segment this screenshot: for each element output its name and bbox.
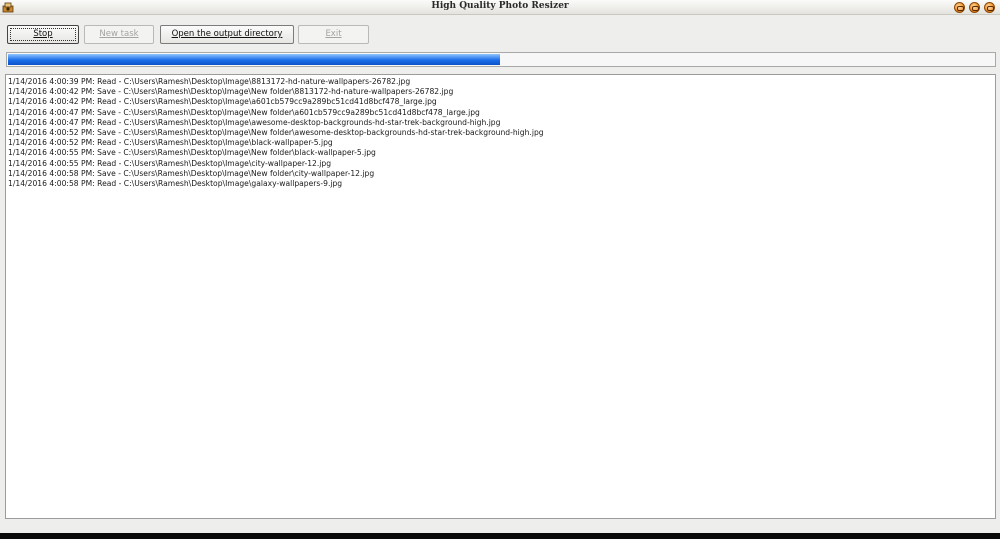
progress-bar <box>6 52 996 67</box>
close-button[interactable] <box>984 2 995 13</box>
minimize-button[interactable] <box>954 2 965 13</box>
log-line: 1/14/2016 4:00:42 PM: Read - C:\Users\Ra… <box>8 97 437 107</box>
open-output-directory-button[interactable]: Open the output directory <box>160 25 294 44</box>
window-title: High Quality Photo Resizer <box>431 1 569 11</box>
maximize-button[interactable] <box>969 2 980 13</box>
log-line: 1/14/2016 4:00:52 PM: Read - C:\Users\Ra… <box>8 138 333 148</box>
log-line: 1/14/2016 4:00:58 PM: Read - C:\Users\Ra… <box>8 179 343 189</box>
log-line: 1/14/2016 4:00:58 PM: Save - C:\Users\Ra… <box>8 168 375 178</box>
progress-bar-fill <box>8 54 500 65</box>
taskbar <box>0 533 1000 539</box>
log-line: 1/14/2016 4:00:39 PM: Read - C:\Users\Ra… <box>8 77 411 86</box>
log-list[interactable]: 1/14/2016 4:00:39 PM: Read - C:\Users\Ra… <box>5 74 996 519</box>
stop-button[interactable]: Stop <box>7 25 79 44</box>
exit-button[interactable]: Exit <box>298 25 369 44</box>
title-bar[interactable]: High Quality Photo Resizer <box>0 0 1000 15</box>
app-window: High Quality Photo Resizer Stop New task… <box>0 0 1000 533</box>
log-line: 1/14/2016 4:00:55 PM: Read - C:\Users\Ra… <box>8 158 332 168</box>
log-line: 1/14/2016 4:00:55 PM: Save - C:\Users\Ra… <box>8 148 376 158</box>
log-line: 1/14/2016 4:00:47 PM: Save - C:\Users\Ra… <box>8 107 480 117</box>
log-line: 1/14/2016 4:00:47 PM: Read - C:\Users\Ra… <box>8 117 501 127</box>
log-line: 1/14/2016 4:00:52 PM: Save - C:\Users\Ra… <box>8 128 544 138</box>
log-line: 1/14/2016 4:00:42 PM: Save - C:\Users\Ra… <box>8 87 454 97</box>
new-task-button[interactable]: New task <box>84 25 154 44</box>
